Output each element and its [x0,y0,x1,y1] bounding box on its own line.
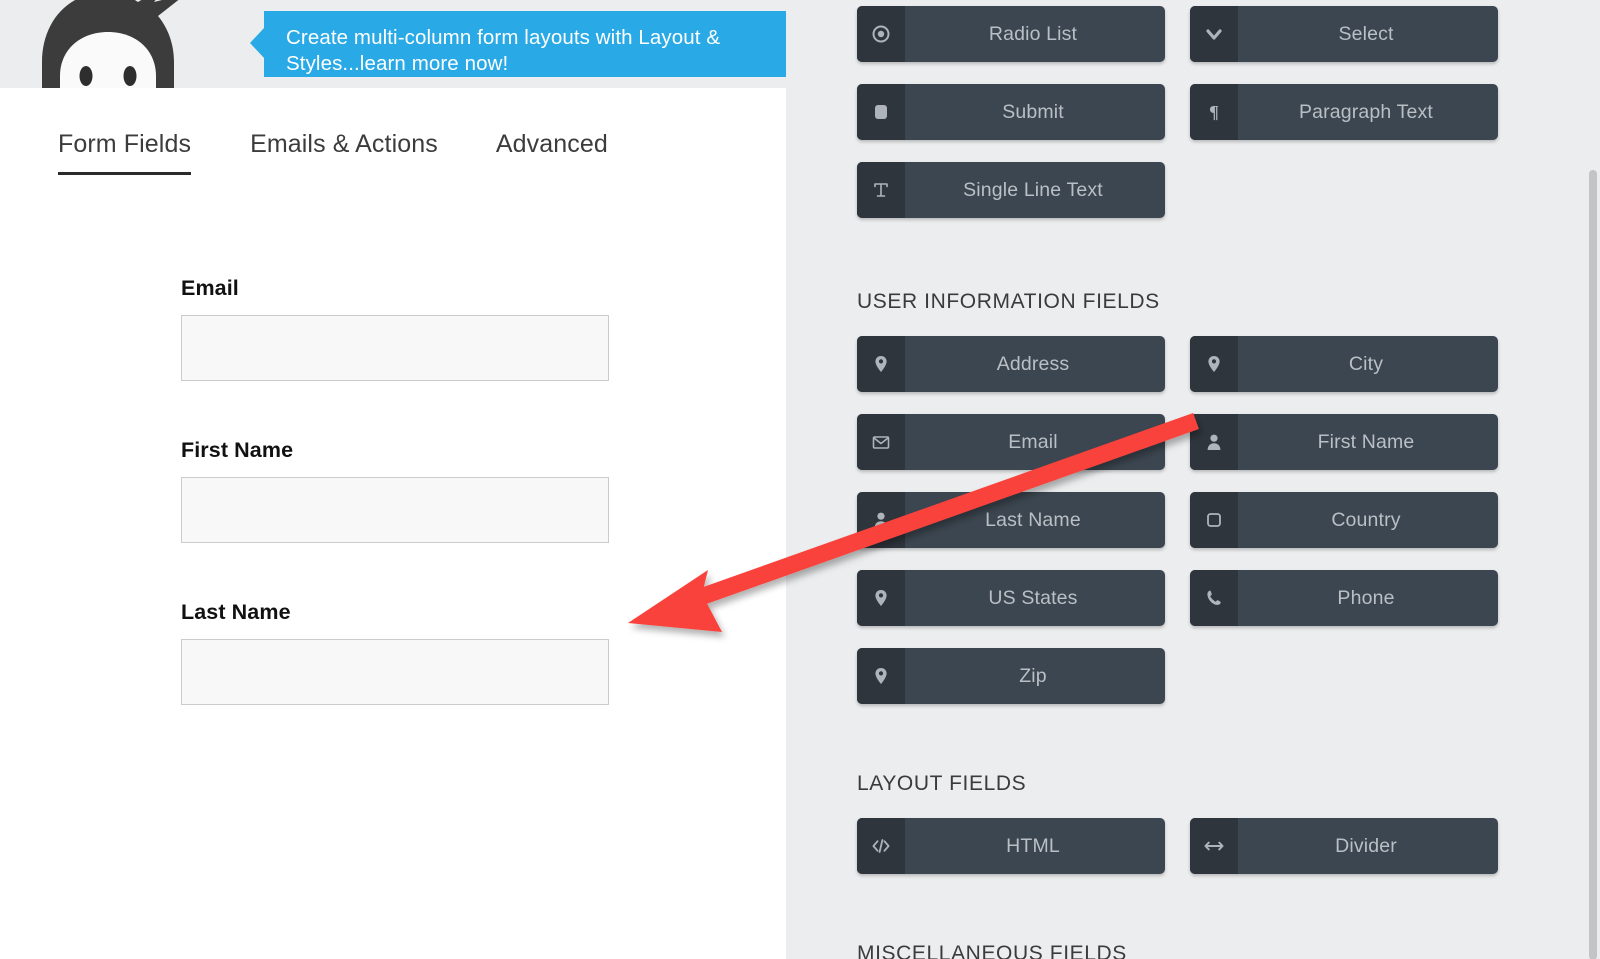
tab-form-fields[interactable]: Form Fields [58,130,192,175]
email-input[interactable] [181,315,609,381]
palette-empty-slot [1190,648,1498,704]
builder-tabs: Form Fields Emails & Actions Advanced [0,130,786,186]
form-field-last-name[interactable]: Last Name [0,600,786,705]
form-field-first-name[interactable]: First Name [0,438,786,543]
palette-button-divider[interactable]: Divider [1190,818,1498,874]
chevron-down-icon [1190,6,1238,62]
user-icon [1190,414,1238,470]
palette-button-html[interactable]: HTML [857,818,1165,874]
map-pin-icon [857,648,905,704]
palette-button-us-states[interactable]: US States [857,570,1165,626]
palette-button-single-line-text[interactable]: Single Line Text [857,162,1165,218]
palette-button-label: Select [1338,22,1394,45]
palette-button-label: Zip [1019,664,1047,687]
palette-button-label: Phone [1337,586,1395,609]
section-title-miscellaneous-fields: MISCELLANEOUS FIELDS [857,942,1127,959]
builder-header: Create multi-column form layouts with La… [0,0,786,88]
section-title-layout-fields: LAYOUT FIELDS [857,772,1027,795]
tab-advanced[interactable]: Advanced [496,130,608,175]
builder-body: Form Fields Emails & Actions Advanced Em… [0,88,786,959]
promo-tooltip[interactable]: Create multi-column form layouts with La… [264,11,786,77]
last-name-input[interactable] [181,639,609,705]
code-icon [857,818,905,874]
palette-button-label: Address [996,352,1070,375]
palette-button-paragraph-text[interactable]: ¶ Paragraph Text [1190,84,1498,140]
text-cursor-icon [857,162,905,218]
first-name-input[interactable] [181,477,609,543]
palette-row: Radio List Select [857,6,1600,62]
palette-button-zip[interactable]: Zip [857,648,1165,704]
tooltip-tail-icon [250,27,265,59]
palette-scrollbar[interactable] [1585,0,1600,959]
palette-button-label: US States [988,586,1078,609]
map-pin-icon [857,336,905,392]
palette-scrollbar-thumb[interactable] [1589,170,1597,959]
pilcrow-icon: ¶ [1190,84,1238,140]
arrows-horizontal-icon [1190,818,1238,874]
form-preview: Email First Name Last Name [0,276,786,762]
palette-button-label: Single Line Text [963,178,1103,201]
palette-button-country[interactable]: Country [1190,492,1498,548]
form-field-last-name-label: Last Name [181,600,291,624]
palette-button-last-name[interactable]: Last Name [857,492,1165,548]
palette-row: Zip [857,648,1600,704]
button-icon [857,84,905,140]
form-field-first-name-label: First Name [181,438,294,462]
palette-row: Last Name Country [857,492,1600,548]
palette-row: US States Phone [857,570,1600,626]
user-icon [857,492,905,548]
palette-button-radio-list[interactable]: Radio List [857,6,1165,62]
palette-button-label: HTML [1006,834,1060,857]
palette-row: Submit ¶ Paragraph Text [857,84,1600,140]
palette-button-email[interactable]: Email [857,414,1165,470]
radio-icon [857,6,905,62]
palette-row: Email First Name [857,414,1600,470]
palette-button-label: Submit [1002,100,1064,123]
palette-button-label: Radio List [988,22,1078,45]
form-field-email[interactable]: Email [0,276,786,381]
phone-icon [1190,570,1238,626]
palette-button-select[interactable]: Select [1190,6,1498,62]
palette-button-first-name[interactable]: First Name [1190,414,1498,470]
tab-form-fields-label: Form Fields [58,130,192,158]
section-title-user-information: USER INFORMATION FIELDS [857,290,1160,313]
palette-button-label: City [1348,352,1384,375]
form-builder-left-pane: Create multi-column form layouts with La… [0,0,786,959]
palette-button-label: Paragraph Text [1299,100,1433,123]
palette-row: Single Line Text [857,162,1600,218]
field-palette-grid: Radio List Select Submit ¶ Paragraph Tex… [786,6,1600,959]
palette-button-city[interactable]: City [1190,336,1498,392]
palette-row: HTML Divider [857,818,1600,874]
envelope-icon [857,414,905,470]
palette-button-label: Email [1008,430,1058,453]
app-screen: Create multi-column form layouts with La… [0,0,1600,959]
palette-button-submit[interactable]: Submit [857,84,1165,140]
form-field-email-label: Email [181,276,239,300]
palette-button-label: Last Name [985,508,1081,531]
palette-row: Address City [857,336,1600,392]
palette-empty-slot [1190,162,1498,218]
palette-button-label: Country [1331,508,1401,531]
tab-advanced-label: Advanced [495,130,608,158]
field-palette-pane[interactable]: Radio List Select Submit ¶ Paragraph Tex… [786,0,1600,959]
tab-emails-and-actions-label: Emails & Actions [250,130,438,158]
palette-button-address[interactable]: Address [857,336,1165,392]
map-pin-icon [1190,336,1238,392]
palette-button-label: First Name [1317,430,1415,453]
tab-emails-and-actions[interactable]: Emails & Actions [250,130,438,175]
square-outline-icon [1190,492,1238,548]
svg-text:¶: ¶ [1209,102,1219,122]
map-pin-icon [857,570,905,626]
palette-button-phone[interactable]: Phone [1190,570,1498,626]
ninja-forms-logo-icon [42,0,179,88]
palette-button-label: Divider [1335,834,1397,857]
